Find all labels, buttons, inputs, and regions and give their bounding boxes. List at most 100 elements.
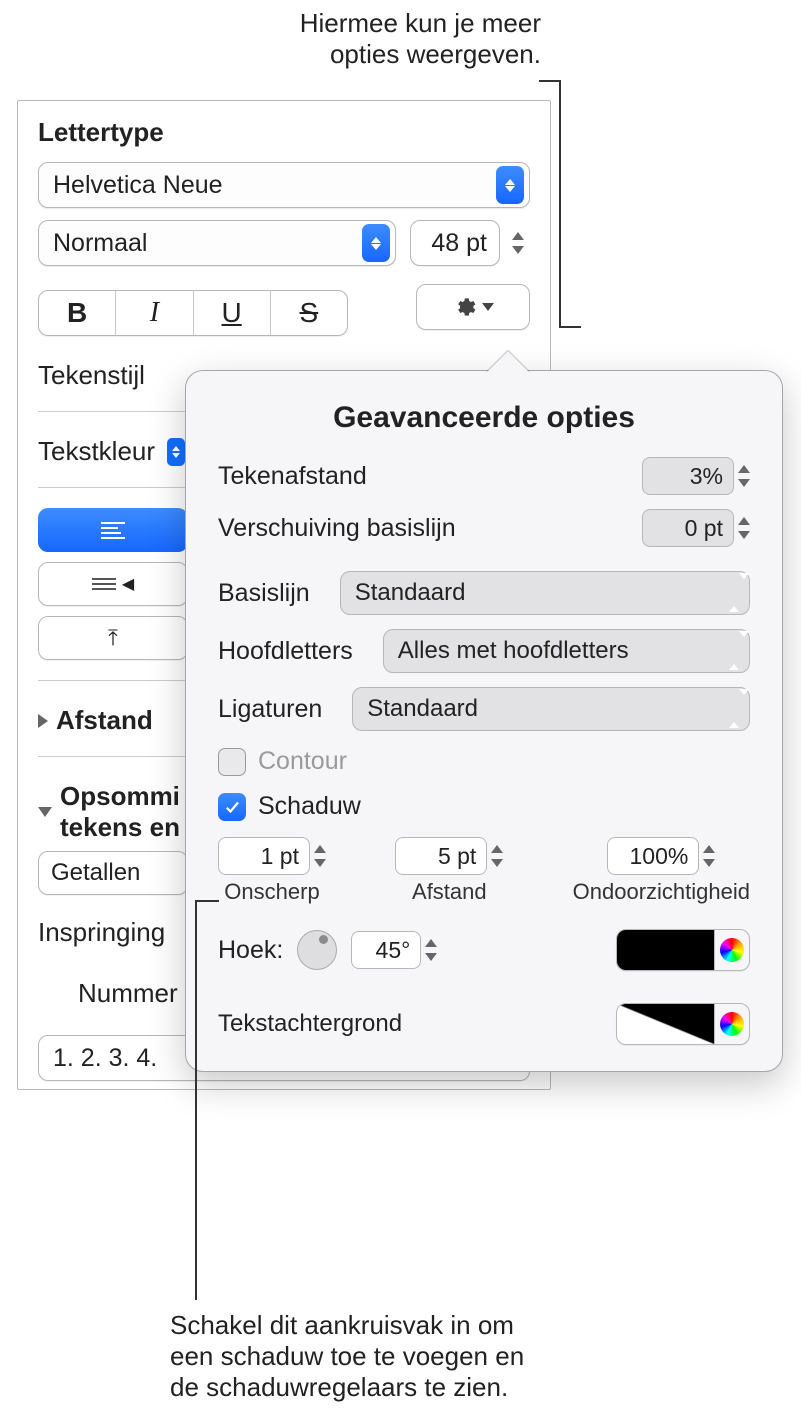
- shadow-opacity-caption: Ondoorzichtigheid: [573, 879, 750, 905]
- callout-top-line2: opties weergeven.: [300, 39, 541, 70]
- step-up-icon[interactable]: [512, 232, 524, 240]
- font-family-value: Helvetica Neue: [53, 171, 223, 200]
- advanced-options-popover: Geavanceerde opties Tekenafstand 3% Vers…: [185, 370, 783, 1072]
- list-popup-button[interactable]: ◀: [38, 562, 188, 606]
- contour-row[interactable]: Contour: [218, 747, 750, 776]
- shadow-offset-caption: Afstand: [412, 879, 487, 905]
- angle-dial[interactable]: [297, 930, 337, 970]
- ligaturen-popup[interactable]: Standaard: [352, 687, 750, 731]
- tekenafstand-label: Tekenafstand: [218, 462, 367, 491]
- schaduw-row[interactable]: Schaduw: [218, 792, 750, 821]
- color-wheel-icon: [720, 938, 744, 962]
- color-picker-button[interactable]: [715, 1004, 749, 1044]
- popup-arrows-icon: [729, 579, 749, 607]
- text-background-row: Tekstachtergrond: [218, 1003, 750, 1045]
- tekenafstand-value[interactable]: 3%: [642, 457, 734, 495]
- number-format-value: 1. 2. 3. 4.: [53, 1044, 157, 1073]
- contour-label: Contour: [258, 747, 347, 776]
- shadow-blur-caption: Onscherp: [224, 879, 319, 905]
- hoofdletters-label: Hoofdletters: [218, 637, 353, 666]
- basislijn-shift-value[interactable]: 0 pt: [642, 509, 734, 547]
- text-color-popup[interactable]: [167, 438, 185, 466]
- getallen-label: Getallen: [51, 859, 140, 887]
- font-style-popup[interactable]: Normaal: [38, 220, 396, 266]
- strike-button[interactable]: S: [271, 291, 347, 335]
- schaduw-label: Schaduw: [258, 792, 361, 821]
- basislijn-value: Standaard: [355, 579, 466, 607]
- shadow-offset-stepper[interactable]: 5 pt: [395, 837, 503, 875]
- getallen-popup[interactable]: Getallen: [38, 851, 188, 895]
- font-size-stepper[interactable]: [506, 232, 530, 254]
- align-left-button[interactable]: [38, 508, 188, 552]
- text-background-value[interactable]: [617, 1004, 715, 1044]
- shadow-blur-value[interactable]: 1 pt: [218, 837, 310, 875]
- stepper-icon[interactable]: [738, 465, 750, 487]
- callout-line-bottom: [195, 900, 197, 1300]
- underline-button[interactable]: U: [194, 291, 271, 335]
- angle-stepper[interactable]: 45°: [351, 931, 437, 969]
- align-top-icon: ⤒: [108, 625, 118, 651]
- font-family-popup[interactable]: Helvetica Neue: [38, 162, 530, 208]
- step-down-icon[interactable]: [512, 246, 524, 254]
- stepper-icon[interactable]: [738, 517, 750, 539]
- contour-checkbox[interactable]: [218, 748, 246, 776]
- stepper-icon[interactable]: [491, 845, 503, 867]
- popup-arrows-icon: [729, 637, 749, 665]
- advanced-options-button[interactable]: [416, 284, 530, 330]
- tekstachtergrond-label: Tekstachtergrond: [218, 1010, 402, 1038]
- stepper-icon[interactable]: [314, 845, 326, 867]
- hoek-label: Hoek:: [218, 936, 283, 965]
- ligaturen-label: Ligaturen: [218, 695, 322, 724]
- list-icon: [92, 575, 116, 593]
- callout-top-line1: Hiermee kun je meer: [300, 8, 541, 39]
- align-left-icon: [101, 519, 125, 542]
- angle-row: Hoek: 45°: [218, 929, 750, 971]
- bold-button[interactable]: B: [39, 291, 116, 335]
- basislijn-shift-label: Verschuiving basislijn: [218, 514, 456, 543]
- shadow-blur-stepper[interactable]: 1 pt: [218, 837, 326, 875]
- vertical-align-top-button[interactable]: ⤒: [38, 616, 188, 660]
- italic-button[interactable]: I: [116, 291, 193, 335]
- popup-arrows-icon: [496, 166, 524, 204]
- callout-bottom-line3: de schaduwregelaars te zien.: [170, 1372, 524, 1403]
- angle-value[interactable]: 45°: [351, 931, 421, 969]
- shadow-offset-value[interactable]: 5 pt: [395, 837, 487, 875]
- popup-arrows-icon: [362, 224, 390, 262]
- disclosure-triangle-icon: [38, 807, 52, 817]
- callout-bottom-line1: Schakel dit aankruisvak in om: [170, 1310, 524, 1341]
- popup-arrows-icon: [729, 695, 749, 723]
- basislijn-shift-stepper[interactable]: 0 pt: [642, 509, 750, 547]
- opsomming-label: Opsommi tekens en: [60, 781, 180, 843]
- disclosure-triangle-icon: [38, 714, 48, 728]
- section-lettertype-title: Lettertype: [38, 117, 530, 148]
- gear-icon: [452, 295, 476, 319]
- tekenafstand-stepper[interactable]: 3%: [642, 457, 750, 495]
- shadow-opacity-stepper[interactable]: 100%: [607, 837, 715, 875]
- shadow-opacity-value[interactable]: 100%: [607, 837, 699, 875]
- callout-top: Hiermee kun je meer opties weergeven.: [300, 8, 541, 70]
- basislijn-label: Basislijn: [218, 579, 310, 608]
- text-style-segmented: B I U S: [38, 290, 348, 336]
- font-size-value[interactable]: 48 pt: [410, 220, 500, 266]
- text-background-swatch[interactable]: [616, 1003, 750, 1045]
- font-size-field[interactable]: 48 pt: [410, 220, 530, 266]
- shadow-color-value[interactable]: [617, 930, 715, 970]
- font-style-value: Normaal: [53, 229, 147, 258]
- callout-bottom: Schakel dit aankruisvak in om een schadu…: [170, 1310, 524, 1403]
- stepper-icon[interactable]: [425, 939, 437, 961]
- tekstkleur-label: Tekstkleur: [38, 436, 155, 467]
- check-icon: [223, 798, 241, 816]
- color-wheel-icon: [720, 1012, 744, 1036]
- chevron-down-icon: [482, 303, 494, 311]
- afstand-label: Afstand: [56, 705, 153, 736]
- hoofdletters-value: Alles met hoofdletters: [398, 637, 629, 665]
- color-picker-button[interactable]: [715, 930, 749, 970]
- schaduw-checkbox[interactable]: [218, 793, 246, 821]
- callout-bottom-line2: een schaduw toe te voegen en: [170, 1341, 524, 1372]
- shadow-color-swatch[interactable]: [616, 929, 750, 971]
- basislijn-popup[interactable]: Standaard: [340, 571, 750, 615]
- ligaturen-value: Standaard: [367, 695, 478, 723]
- hoofdletters-popup[interactable]: Alles met hoofdletters: [383, 629, 750, 673]
- popover-title: Geavanceerde opties: [218, 401, 750, 435]
- stepper-icon[interactable]: [703, 845, 715, 867]
